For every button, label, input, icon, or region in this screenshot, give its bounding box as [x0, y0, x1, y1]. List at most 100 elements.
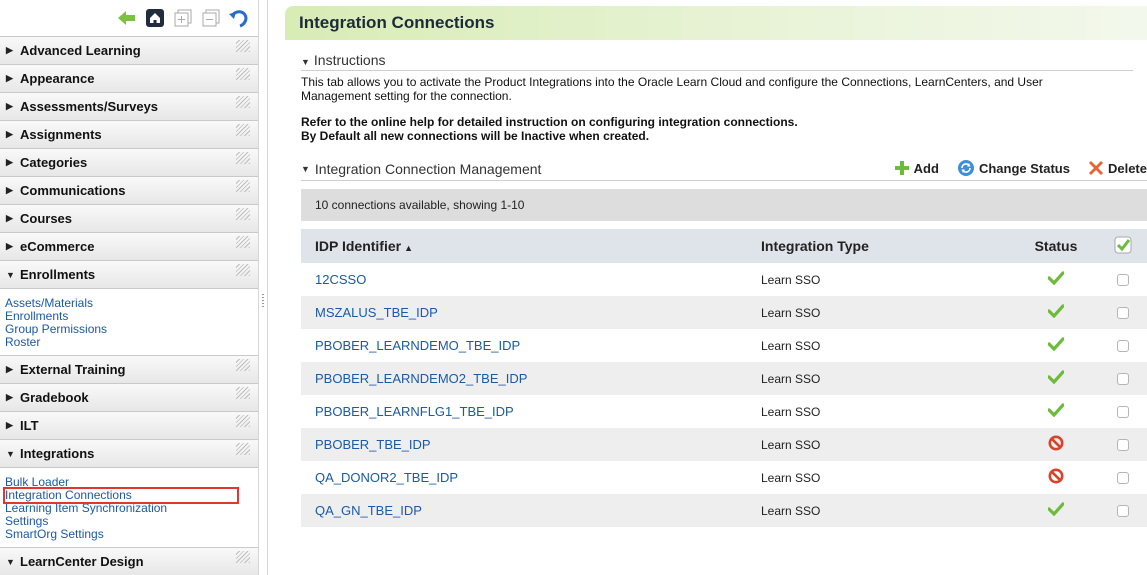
sidebar-link-smartorg-settings[interactable]: SmartOrg Settings: [5, 528, 258, 541]
select-all-checkbox[interactable]: [1099, 229, 1147, 263]
drag-grip-icon[interactable]: [236, 124, 250, 136]
row-checkbox[interactable]: [1117, 406, 1129, 419]
sidebar-section-label: Advanced Learning: [20, 43, 141, 58]
row-checkbox[interactable]: [1117, 439, 1129, 452]
row-checkbox[interactable]: [1117, 505, 1129, 518]
admin-sidebar: ▶ Advanced Learning ▶ Appearance ▶ Assessment…: [0, 0, 258, 575]
home-icon[interactable]: [144, 7, 166, 29]
integration-type-cell: Learn SSO: [747, 263, 1013, 296]
row-checkbox[interactable]: [1117, 274, 1129, 287]
status-cell: [1013, 428, 1099, 461]
column-header-type[interactable]: Integration Type: [747, 229, 1013, 263]
sidebar-section-label: ILT: [20, 418, 39, 433]
instructions-text: This tab allows you to activate the Prod…: [301, 75, 1043, 103]
idp-link[interactable]: PBOBER_TBE_IDP: [315, 437, 431, 452]
drag-grip-icon[interactable]: [236, 359, 250, 371]
idp-link[interactable]: PBOBER_LEARNFLG1_TBE_IDP: [315, 404, 514, 419]
instructions-note-1: Refer to the online help for detailed in…: [301, 115, 798, 129]
sidebar-section-label: Communications: [20, 183, 126, 198]
row-checkbox-cell: [1099, 362, 1147, 395]
drag-grip-icon[interactable]: [236, 236, 250, 248]
drag-grip-icon[interactable]: [236, 152, 250, 164]
row-checkbox[interactable]: [1117, 472, 1129, 485]
table-row: QA_GN_TBE_IDP Learn SSO: [301, 494, 1147, 527]
sidebar-link-group-permissions[interactable]: Group Permissions: [5, 323, 258, 336]
sidebar-section-label: LearnCenter Design: [20, 554, 144, 569]
active-check-icon: [1047, 304, 1065, 319]
drag-grip-icon[interactable]: [236, 387, 250, 399]
sidebar-section-label: External Training: [20, 362, 126, 377]
expand-all-icon[interactable]: [172, 7, 194, 29]
table-header-row: IDP Identifier ▲ Integration Type Status: [301, 229, 1147, 263]
sidebar-section-advanced-learning[interactable]: ▶ Advanced Learning: [0, 36, 258, 64]
table-row: PBOBER_LEARNDEMO_TBE_IDP Learn SSO: [301, 329, 1147, 362]
row-checkbox[interactable]: [1117, 307, 1129, 320]
sidebar-link-roster[interactable]: Roster: [5, 336, 258, 349]
status-cell: [1013, 395, 1099, 428]
drag-grip-icon[interactable]: [236, 40, 250, 52]
idp-link[interactable]: PBOBER_LEARNDEMO2_TBE_IDP: [315, 371, 527, 386]
idp-link[interactable]: PBOBER_LEARNDEMO_TBE_IDP: [315, 338, 520, 353]
sidebar-section-integrations[interactable]: ▼ Integrations: [0, 439, 258, 467]
drag-grip-icon[interactable]: [236, 443, 250, 455]
sidebar-section-enrollments[interactable]: ▼ Enrollments: [0, 260, 258, 288]
drag-grip-icon[interactable]: [236, 68, 250, 80]
page-title: Integration Connections: [285, 6, 1147, 40]
drag-grip-icon[interactable]: [236, 208, 250, 220]
sidebar-section-learncenter-design[interactable]: ▼ LearnCenter Design: [0, 547, 258, 575]
inactive-prohibited-icon: [1048, 435, 1064, 451]
sidebar-section-communications[interactable]: ▶ Communications: [0, 176, 258, 204]
column-header-idp[interactable]: IDP Identifier ▲: [301, 229, 747, 263]
pane-splitter[interactable]: [258, 0, 268, 575]
row-checkbox-cell: [1099, 461, 1147, 494]
row-checkbox[interactable]: [1117, 373, 1129, 386]
management-header[interactable]: ▼ Integration Connection Management Add C…: [301, 157, 1147, 181]
triangle-right-icon: ▶: [6, 185, 13, 195]
drag-grip-icon[interactable]: [236, 551, 250, 563]
sidebar-sublist-enrollments: Assets/Materials Enrollments Group Permiss…: [0, 288, 258, 355]
add-button[interactable]: Add: [894, 159, 939, 177]
sidebar-section-ilt[interactable]: ▶ ILT: [0, 411, 258, 439]
sidebar-section-assignments[interactable]: ▶ Assignments: [0, 120, 258, 148]
instructions-header[interactable]: ▼ Instructions: [301, 52, 1133, 71]
drag-grip-icon[interactable]: [236, 415, 250, 427]
table-row: PBOBER_LEARNFLG1_TBE_IDP Learn SSO: [301, 395, 1147, 428]
row-checkbox[interactable]: [1117, 340, 1129, 353]
sidebar-section-appearance[interactable]: ▶ Appearance: [0, 64, 258, 92]
drag-grip-icon[interactable]: [236, 96, 250, 108]
triangle-down-icon: ▼: [6, 269, 15, 280]
status-cell: [1013, 461, 1099, 494]
table-row: MSZALUS_TBE_IDP Learn SSO: [301, 296, 1147, 329]
triangle-down-icon: ▼: [301, 163, 310, 174]
back-arrow-icon[interactable]: [116, 7, 138, 29]
sidebar-section-gradebook[interactable]: ▶ Gradebook: [0, 383, 258, 411]
status-cell: [1013, 263, 1099, 296]
sidebar-section-categories[interactable]: ▶ Categories: [0, 148, 258, 176]
idp-link[interactable]: MSZALUS_TBE_IDP: [315, 305, 438, 320]
table-row: 12CSSO Learn SSO: [301, 263, 1147, 296]
drag-grip-icon[interactable]: [236, 264, 250, 276]
triangle-right-icon: ▶: [6, 129, 13, 139]
table-row: QA_DONOR2_TBE_IDP Learn SSO: [301, 461, 1147, 494]
sidebar-section-assessments-surveys[interactable]: ▶ Assessments/Surveys: [0, 92, 258, 120]
column-header-status[interactable]: Status: [1013, 229, 1099, 263]
table-row: PBOBER_LEARNDEMO2_TBE_IDP Learn SSO: [301, 362, 1147, 395]
change-status-button[interactable]: Change Status: [957, 159, 1070, 177]
idp-header-label: IDP Identifier: [315, 238, 402, 254]
undo-icon[interactable]: [228, 7, 250, 29]
sidebar-section-ecommerce[interactable]: ▶ eCommerce: [0, 232, 258, 260]
collapse-all-icon[interactable]: [200, 7, 222, 29]
idp-link[interactable]: 12CSSO: [315, 272, 366, 287]
sidebar-sublist-integrations: Bulk Loader Integration Connections Learni…: [0, 467, 258, 547]
delete-button[interactable]: Delete: [1088, 159, 1147, 177]
active-check-icon: [1047, 370, 1065, 385]
sidebar-section-external-training[interactable]: ▶ External Training: [0, 355, 258, 383]
sidebar-section-courses[interactable]: ▶ Courses: [0, 204, 258, 232]
idp-cell: 12CSSO: [301, 263, 747, 296]
integration-type-cell: Learn SSO: [747, 296, 1013, 329]
sidebar-section-label: Categories: [20, 155, 88, 170]
idp-link[interactable]: QA_GN_TBE_IDP: [315, 503, 422, 518]
idp-link[interactable]: QA_DONOR2_TBE_IDP: [315, 470, 458, 485]
drag-grip-icon[interactable]: [236, 180, 250, 192]
triangle-right-icon: ▶: [6, 213, 13, 223]
